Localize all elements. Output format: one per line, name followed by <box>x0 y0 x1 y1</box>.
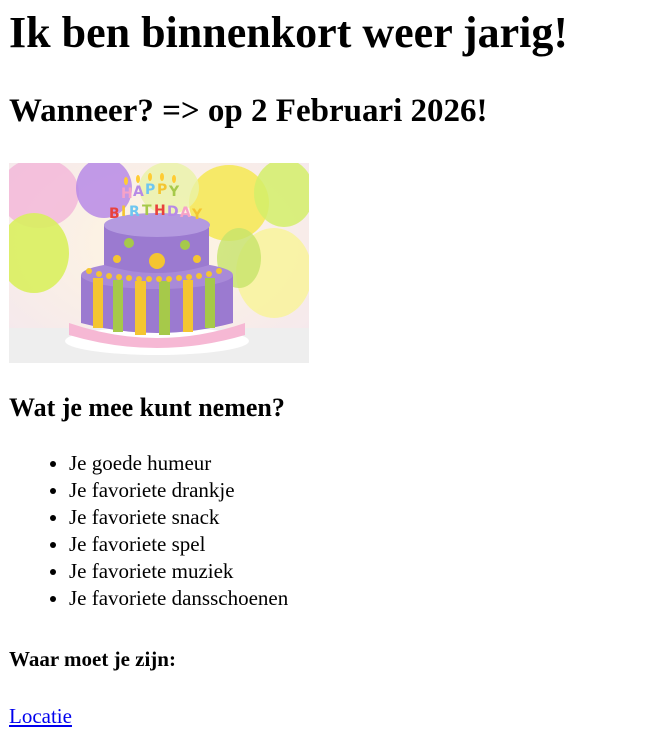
page-title: Ik ben binnenkort weer jarig! <box>9 8 568 57</box>
list-item: Je favoriete drankje <box>69 477 288 504</box>
svg-text:A: A <box>180 205 191 221</box>
svg-text:T: T <box>142 203 152 219</box>
list-item: Je favoriete muziek <box>69 558 288 585</box>
svg-text:Y: Y <box>191 207 203 223</box>
bring-section-title: Wat je mee kunt nemen? <box>9 393 285 422</box>
svg-text:P: P <box>145 182 155 198</box>
svg-text:Y: Y <box>168 184 180 200</box>
birthday-cake-image: H A P P Y B I R T H D A Y <box>9 163 309 363</box>
bring-list: Je goede humeur Je favoriete drankje Je … <box>9 450 288 612</box>
svg-text:H: H <box>121 186 133 202</box>
svg-text:A: A <box>133 184 144 200</box>
list-item: Je goede humeur <box>69 450 288 477</box>
list-item: Je favoriete snack <box>69 504 288 531</box>
svg-text:R: R <box>129 204 140 220</box>
date-subheading: Wanneer? => op 2 Februari 2026! <box>9 93 488 129</box>
svg-text:P: P <box>157 182 167 198</box>
svg-text:H: H <box>154 203 166 219</box>
svg-text:B: B <box>109 206 120 222</box>
svg-text:I: I <box>121 204 126 220</box>
list-item: Je favoriete dansschoenen <box>69 585 288 612</box>
svg-text:D: D <box>167 204 179 220</box>
list-item: Je favoriete spel <box>69 531 288 558</box>
location-link[interactable]: Locatie <box>9 703 72 730</box>
location-section-title: Waar moet je zijn: <box>9 647 176 671</box>
